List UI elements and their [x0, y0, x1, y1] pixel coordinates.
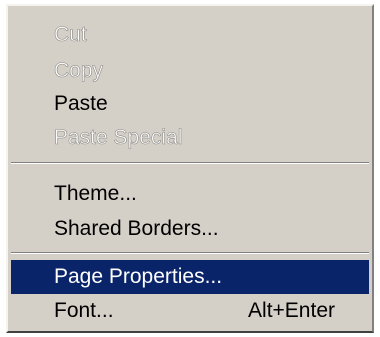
menu-item-cut[interactable]: Cut [11, 18, 369, 52]
menu-item-paste-special[interactable]: Paste Special [11, 121, 369, 155]
context-menu: Cut Copy Paste Paste Special Theme... Sh… [6, 4, 374, 333]
menu-item-label: Cut [54, 23, 87, 47]
menu-item-paste[interactable]: Paste [11, 87, 369, 121]
menu-item-label: Page Properties... [54, 265, 223, 288]
menu-item-label: Font... [54, 299, 114, 322]
menu-item-font[interactable]: Font... Alt+Enter [11, 294, 369, 328]
menu-item-label: Paste Special [54, 126, 183, 150]
menu-item-copy[interactable]: Copy [11, 54, 369, 88]
menu-item-label: Copy [54, 59, 104, 83]
menu-separator [11, 162, 369, 164]
menu-item-shortcut: Alt+Enter [248, 299, 335, 322]
menu-item-label: Theme... [54, 182, 137, 205]
menu-item-page-properties[interactable]: Page Properties... [11, 260, 369, 294]
menu-item-shared-borders[interactable]: Shared Borders... [11, 212, 369, 246]
menu-item-label: Shared Borders... [54, 217, 219, 240]
menu-item-theme[interactable]: Theme... [11, 177, 369, 211]
menu-item-label: Paste [54, 92, 108, 115]
menu-separator [11, 252, 369, 254]
